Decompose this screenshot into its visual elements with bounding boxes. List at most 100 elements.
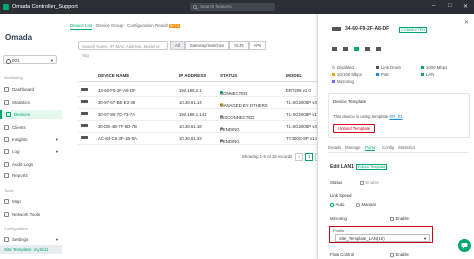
checkbox-icon bbox=[390, 217, 394, 221]
dashboard-icon bbox=[4, 87, 9, 92]
sidebar-item-dashboard[interactable]: Dashboard bbox=[0, 85, 62, 94]
tab-configuration-result[interactable]: Configuration Result BETA bbox=[127, 23, 180, 28]
port-icon[interactable] bbox=[332, 47, 337, 51]
feature-search-input[interactable]: Search features bbox=[190, 3, 275, 11]
title-bar: Omada Controller_Support Search features… bbox=[0, 0, 474, 14]
template-note: This device is using template ER_01 bbox=[333, 114, 403, 119]
subtab-config[interactable]: Config bbox=[382, 145, 394, 150]
minimize-button[interactable]: – bbox=[432, 3, 435, 9]
site-select[interactable]: 001 ▾ bbox=[3, 55, 57, 64]
chevron-down-icon: ▾ bbox=[55, 149, 58, 154]
link-speed-label: Link Speed bbox=[330, 193, 352, 198]
tab-device-list[interactable]: Device List bbox=[70, 23, 93, 30]
subtab-ports[interactable]: Ports bbox=[365, 145, 376, 151]
site-template-bar[interactable]: Site Template: myIrid1 bbox=[0, 245, 62, 254]
template-section: Device Template This device is using tem… bbox=[328, 93, 470, 138]
mirroring-checkbox-label: Enable bbox=[395, 216, 409, 221]
subtab-details[interactable]: Details bbox=[328, 145, 341, 150]
sidebar-item-audit-logs[interactable]: Audit Logs bbox=[0, 160, 62, 169]
legend-label: Mirroring bbox=[337, 79, 354, 84]
legend-swatch bbox=[421, 66, 424, 69]
panel-subtabs: Details Manage Ports Config Statistics bbox=[328, 144, 468, 153]
sidebar-item-reports[interactable]: Reports bbox=[0, 171, 62, 180]
sidebar-item-clients[interactable]: Clients bbox=[0, 123, 62, 132]
status-checkbox-label: Enable bbox=[365, 180, 379, 185]
legend-label: 10/100 Mbps bbox=[337, 72, 362, 77]
sidebar-item-label: Dashboard bbox=[12, 87, 35, 92]
chevron-down-icon: ▾ bbox=[55, 137, 58, 142]
prev-page-button[interactable]: ‹ bbox=[295, 153, 304, 161]
device-icon bbox=[81, 124, 88, 127]
link-speed-auto-radio[interactable]: Auto bbox=[330, 202, 344, 207]
page-button[interactable]: 1 bbox=[305, 153, 314, 161]
column-model[interactable]: MODEL bbox=[286, 73, 302, 78]
template-link[interactable]: ER_01 bbox=[389, 114, 402, 119]
legend-lan: LAN bbox=[421, 72, 434, 77]
legend-swatch bbox=[421, 73, 424, 76]
column-status[interactable]: STATUS bbox=[220, 73, 237, 78]
feature-search-placeholder: Search features bbox=[200, 4, 232, 9]
sidebar-item-label: Statistics bbox=[12, 100, 31, 105]
filter-olts[interactable]: OLTs bbox=[229, 41, 249, 50]
sidebar-item-network-tools[interactable]: Network Tools bbox=[0, 210, 62, 219]
sidebar-item-label: Map bbox=[12, 199, 21, 204]
column-device-name[interactable]: DEVICE NAME bbox=[98, 73, 129, 78]
beta-badge: BETA bbox=[169, 24, 180, 28]
filter-gateway-switches[interactable]: Gateway/Switches bbox=[184, 41, 230, 50]
sidebar-item-label: Log bbox=[12, 149, 20, 154]
subtab-statistics[interactable]: Statistics bbox=[398, 145, 415, 150]
device-search-input[interactable]: Search Name, IP, MAC Address, Model or T… bbox=[78, 41, 168, 58]
close-button[interactable]: ✕ bbox=[463, 3, 468, 10]
sidebar-item-statistics[interactable]: Statistics bbox=[0, 98, 62, 107]
follow-template-badge: Follow Template bbox=[356, 164, 388, 170]
port-icon[interactable] bbox=[343, 47, 348, 51]
radio-label: Auto bbox=[335, 202, 345, 207]
filter-aps[interactable]: APs bbox=[248, 41, 267, 50]
cell-ip: 192.168.2.1 bbox=[179, 87, 202, 93]
status-label: Status bbox=[330, 180, 343, 185]
sidebar-item-log[interactable]: Log ▾ bbox=[0, 147, 62, 156]
clients-icon bbox=[4, 125, 9, 130]
pagination: Showing 1-5 of 18 records ‹1› bbox=[242, 153, 324, 161]
mirroring-checkbox[interactable]: Enable bbox=[390, 216, 409, 221]
panel-device-icon bbox=[332, 27, 341, 31]
cell-ip: 10.30.61.14 bbox=[179, 99, 202, 105]
device-icon bbox=[81, 100, 88, 103]
insights-icon bbox=[4, 137, 9, 142]
legend-1000mbps: 1000 Mbps bbox=[421, 65, 447, 70]
settings-icon bbox=[4, 237, 9, 242]
port-icon[interactable] bbox=[365, 47, 370, 51]
template-section-title: Device Template bbox=[333, 99, 367, 104]
legend-label: Link Down bbox=[381, 65, 402, 70]
cell-model: ER7206 v1.0 bbox=[286, 87, 311, 93]
sidebar-item-settings[interactable]: Settings ▾ bbox=[0, 235, 62, 244]
sidebar-item-label: Settings bbox=[12, 237, 29, 242]
panel-close-icon[interactable]: ✕ bbox=[464, 19, 469, 26]
flow-control-checkbox[interactable]: Enable bbox=[390, 252, 409, 257]
device-icon bbox=[81, 136, 88, 139]
legend-poe: PoE bbox=[376, 72, 389, 77]
table-row[interactable]: AC-84-C6-3F-1B-8A 10.30.61.33 PENDING TY… bbox=[78, 132, 318, 145]
chat-support-button[interactable] bbox=[458, 239, 471, 252]
column-ip-address[interactable]: IP ADDRESS bbox=[179, 73, 206, 78]
port-icon[interactable] bbox=[376, 47, 381, 51]
unbind-template-button[interactable]: Unbind Template bbox=[333, 124, 376, 133]
chevron-down-icon: ▾ bbox=[423, 236, 426, 241]
panel-device-status: CONNECTED bbox=[399, 27, 428, 33]
sidebar-item-map[interactable]: Map bbox=[0, 197, 62, 206]
maximize-button[interactable]: □ bbox=[448, 3, 452, 9]
filter-all[interactable]: All bbox=[170, 41, 185, 50]
sidebar-item-label: Audit Logs bbox=[12, 162, 34, 167]
link-speed-manual-radio[interactable]: Manual bbox=[356, 202, 376, 207]
status-checkbox[interactable]: Enable bbox=[360, 180, 379, 185]
legend-10-100mbps: 10/100 Mbps bbox=[332, 72, 362, 77]
subtab-manage[interactable]: Manage bbox=[345, 145, 361, 150]
profile-select[interactable]: Site_Template_LAN(10) ▾ bbox=[335, 234, 430, 242]
port-icon[interactable] bbox=[354, 47, 359, 51]
device-icon bbox=[81, 112, 88, 115]
tab-device-group[interactable]: Device Group bbox=[96, 23, 124, 28]
sidebar-item-insights[interactable]: Insights ▾ bbox=[0, 135, 62, 144]
sidebar-item-devices[interactable]: Devices bbox=[0, 110, 62, 119]
chat-icon bbox=[461, 243, 468, 249]
status-text: PENDING bbox=[220, 139, 240, 144]
